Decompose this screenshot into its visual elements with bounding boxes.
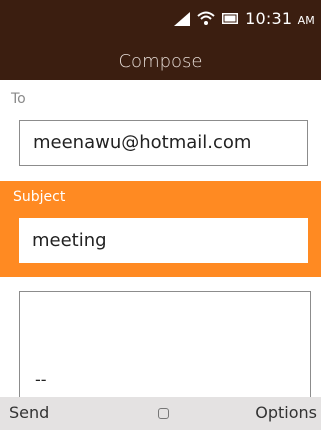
subject-label: Subject xyxy=(13,189,66,205)
subject-section: Subject meeting xyxy=(0,181,321,277)
subject-field[interactable]: meeting xyxy=(19,218,308,263)
signature-separator: -- xyxy=(35,370,47,389)
send-softkey[interactable]: Send xyxy=(9,403,49,422)
page-title: Compose xyxy=(0,36,321,80)
battery-icon xyxy=(222,13,239,24)
status-icons: 10:31 AM xyxy=(174,9,315,28)
softkey-bar: Send Options xyxy=(0,397,321,430)
clock: 10:31 AM xyxy=(245,9,315,28)
to-field[interactable]: meenawu@hotmail.com xyxy=(19,120,308,166)
to-label: To xyxy=(11,91,26,107)
wifi-icon xyxy=(197,11,215,25)
options-softkey[interactable]: Options xyxy=(255,403,317,422)
center-select-icon[interactable] xyxy=(158,408,169,419)
signal-icon xyxy=(174,11,191,26)
title-text: Compose xyxy=(118,51,203,72)
status-bar: 10:31 AM xyxy=(0,0,321,36)
